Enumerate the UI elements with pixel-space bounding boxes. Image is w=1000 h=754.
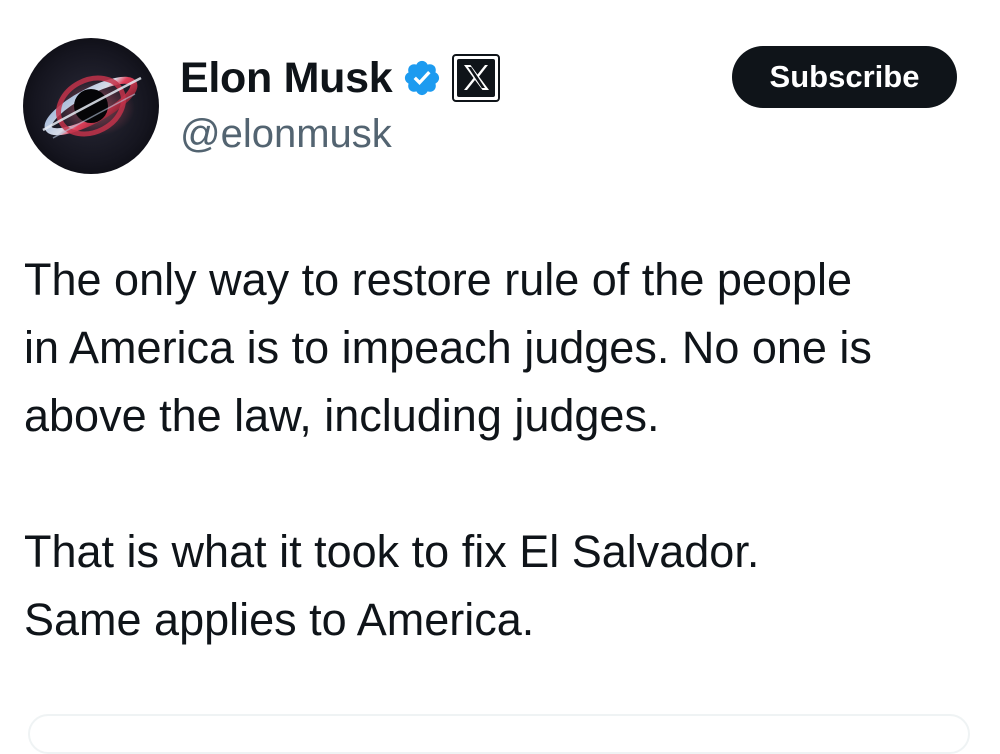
x-logo-icon[interactable] (452, 54, 501, 102)
tweet-body: The only way to restore rule of the peop… (24, 246, 994, 654)
tweet-paragraph: That is what it took to fix El Salvador.… (24, 526, 760, 645)
verified-badge-icon[interactable] (402, 58, 442, 98)
author-handle[interactable]: @elonmusk (180, 112, 392, 157)
author-avatar[interactable] (23, 38, 159, 174)
embedded-card-edge[interactable] (28, 714, 970, 754)
tweet-card: Elon Musk @elonmusk Subscribe The only w… (0, 0, 1000, 754)
tweet-paragraph: The only way to restore rule of the peop… (24, 254, 872, 441)
black-hole-avatar (23, 38, 159, 174)
author-name-row: Elon Musk (180, 50, 501, 106)
author-display-name[interactable]: Elon Musk (180, 54, 393, 103)
subscribe-button[interactable]: Subscribe (732, 46, 957, 108)
